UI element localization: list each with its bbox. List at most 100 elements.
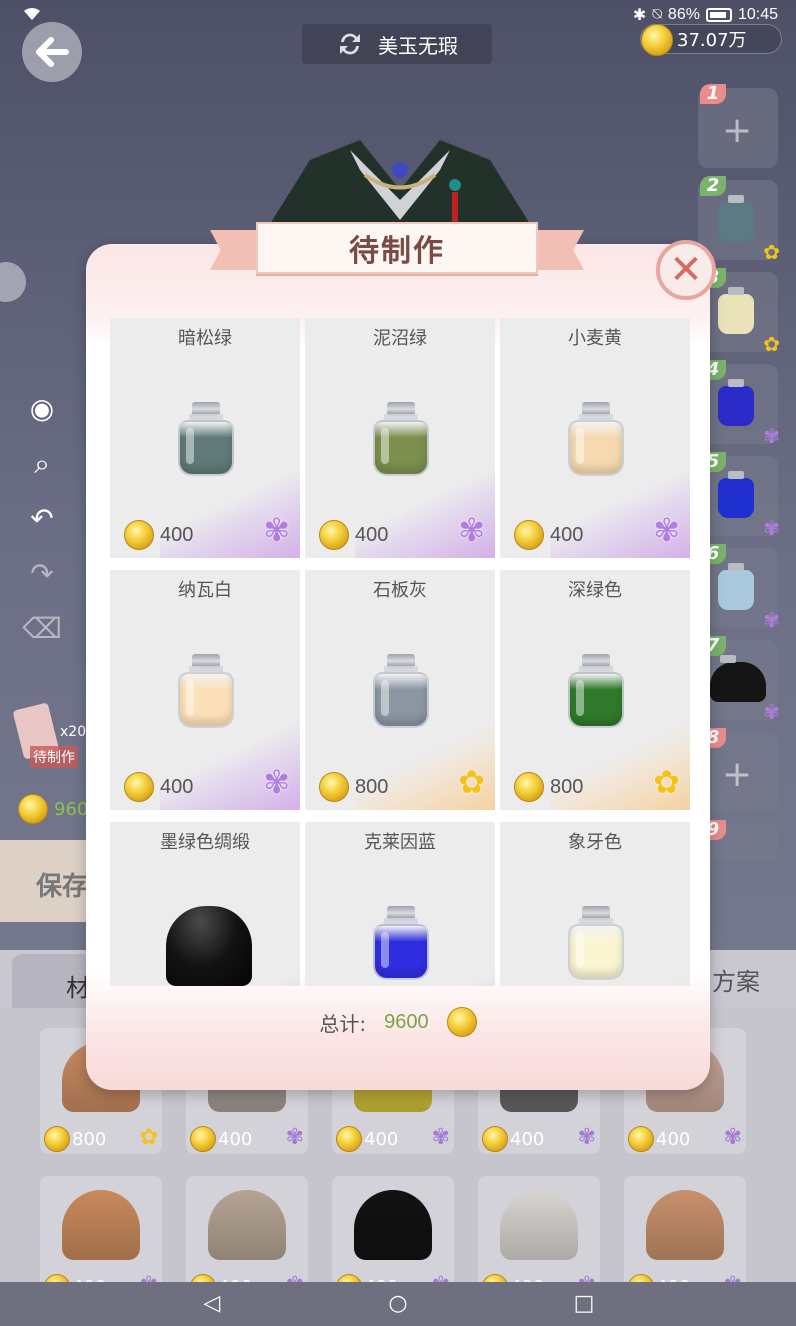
item-card[interactable]: 石板灰 800 ✿ [305,570,495,810]
dye-bottle-image [568,906,624,980]
coin-icon [514,772,544,802]
design-slot-9[interactable]: 9 [698,820,778,860]
item-price-value: 400 [160,523,194,546]
flower-icon: ✾ [263,511,290,549]
back-arrow-icon [36,37,69,67]
material-price-value: 400 [510,1128,545,1150]
item-price-value: 800 [550,775,584,798]
nav-home-icon[interactable]: ○ [386,1292,410,1316]
design-slot-2[interactable]: 2 ✿ [698,176,780,264]
expand-panel-button[interactable] [0,262,26,302]
coin-icon [336,1126,362,1152]
coin-icon [319,520,349,550]
coin-icon [514,520,544,550]
item-name: 深绿色 [568,580,622,601]
design-slot-4[interactable]: 4 ✾ [698,360,780,448]
total-value: 9600 [384,1010,429,1033]
item-card[interactable]: 泥沼绿 400 ✾ [305,318,495,558]
dialog-title-ribbon: 待制作 [210,222,584,278]
battery-percent: 86% [667,6,700,23]
dye-bottle-image [718,287,754,334]
item-name: 小麦黄 [568,328,622,349]
item-name: 泥沼绿 [373,328,427,349]
item-price-value: 400 [160,775,194,798]
tab-plan[interactable]: 方案 [712,962,760,997]
coin-icon [319,772,349,802]
design-slot-7[interactable]: 7 ✾ [698,636,780,724]
hair-swatch-image [710,655,766,702]
pending-item-grid[interactable]: 暗松绿 400 ✾ 泥沼绿 400 ✾ 小麦黄 400 ✾ 纳瓦白 400 ✾ 石板灰 800 ✿ 深绿色 80… [110,318,690,986]
design-slot-8[interactable]: 8 + [698,728,778,812]
undo-icon[interactable]: ↶ [22,502,62,542]
bottle-body [373,924,429,980]
bottle-body [568,420,624,476]
star-icon: ✿ [653,763,680,801]
coin-icon [446,1007,477,1037]
star-icon: ✿ [763,240,780,264]
item-price: 400 [124,772,193,802]
item-card[interactable]: 墨绿色绸缎400✾ [110,822,300,986]
star-icon: ✿ [139,1125,158,1150]
item-card[interactable]: 深绿色 800 ✿ [500,570,690,810]
coin-icon [628,1126,654,1152]
item-card[interactable]: 小麦黄 400 ✾ [500,318,690,558]
item-price: 400 [319,520,388,550]
design-slot-6[interactable]: 6 ✾ [698,544,780,632]
item-card[interactable]: 暗松绿 400 ✾ [110,318,300,558]
pending-tag-button[interactable]: x20 待制作 [12,702,88,768]
total-label: 总计: [319,1011,367,1036]
material-price: 400 [628,1126,690,1152]
hair-swatch-image [62,1190,140,1260]
dialog-title: 待制作 [349,234,445,269]
material-price: 400 [190,1126,252,1152]
close-button[interactable]: ✕ [656,240,716,300]
dye-bottle-image [373,402,429,476]
dye-bottle-image [718,563,754,610]
material-price-value: 400 [656,1128,691,1150]
bottle-body [178,672,234,728]
redo-icon[interactable]: ↷ [22,557,62,597]
slot-number: 2 [700,176,726,196]
material-price-value: 800 [72,1128,107,1150]
flower-icon: ✾ [763,700,780,724]
back-button[interactable] [22,22,82,82]
design-slot-1[interactable]: 1 + [698,84,778,168]
item-card[interactable]: 象牙色400✾ [500,822,690,986]
pending-label: 待制作 [30,746,78,768]
add-icon: + [722,754,753,795]
item-card[interactable]: 纳瓦白 400 ✾ [110,570,300,810]
coin-icon [482,1126,508,1152]
flower-icon: ✾ [263,763,290,801]
flower-icon: ✾ [763,516,780,540]
bottle-body [568,924,624,980]
design-slot-5[interactable]: 5 ✾ [698,452,780,540]
hair-swatch-image [208,1190,286,1260]
dye-bottle-image [373,906,429,980]
nav-recents-icon[interactable]: □ [572,1292,596,1316]
flower-icon: ✾ [458,511,485,549]
currency-display[interactable]: 37.07万 [640,24,782,56]
flower-icon: ✾ [285,1125,304,1150]
item-price: 400 [124,520,193,550]
eye-icon[interactable]: ◉ [22,392,62,432]
coin-icon [18,794,48,824]
design-title-text: 美玉无瑕 [378,33,458,58]
clock: 10:45 [737,6,778,23]
item-name: 克莱因蓝 [364,832,436,853]
zoom-icon[interactable]: ⌕ [22,447,62,487]
save-label: 保存 [36,872,89,902]
coin-icon [124,520,154,550]
star-icon: ✿ [763,332,780,356]
bottle-body [178,420,234,476]
nav-back-icon[interactable]: ◁ [200,1292,224,1316]
item-price-value: 400 [550,523,584,546]
coin-icon [124,772,154,802]
item-name: 石板灰 [373,580,427,601]
dye-bottle-image [568,654,624,728]
dye-bottle-image [718,195,754,242]
design-title[interactable]: 美玉无瑕 [302,24,492,64]
eraser-icon[interactable]: ⌫ [22,612,62,652]
item-card[interactable]: 克莱因蓝400✾ [305,822,495,986]
item-name: 暗松绿 [178,328,232,349]
wifi-icon [24,7,40,20]
